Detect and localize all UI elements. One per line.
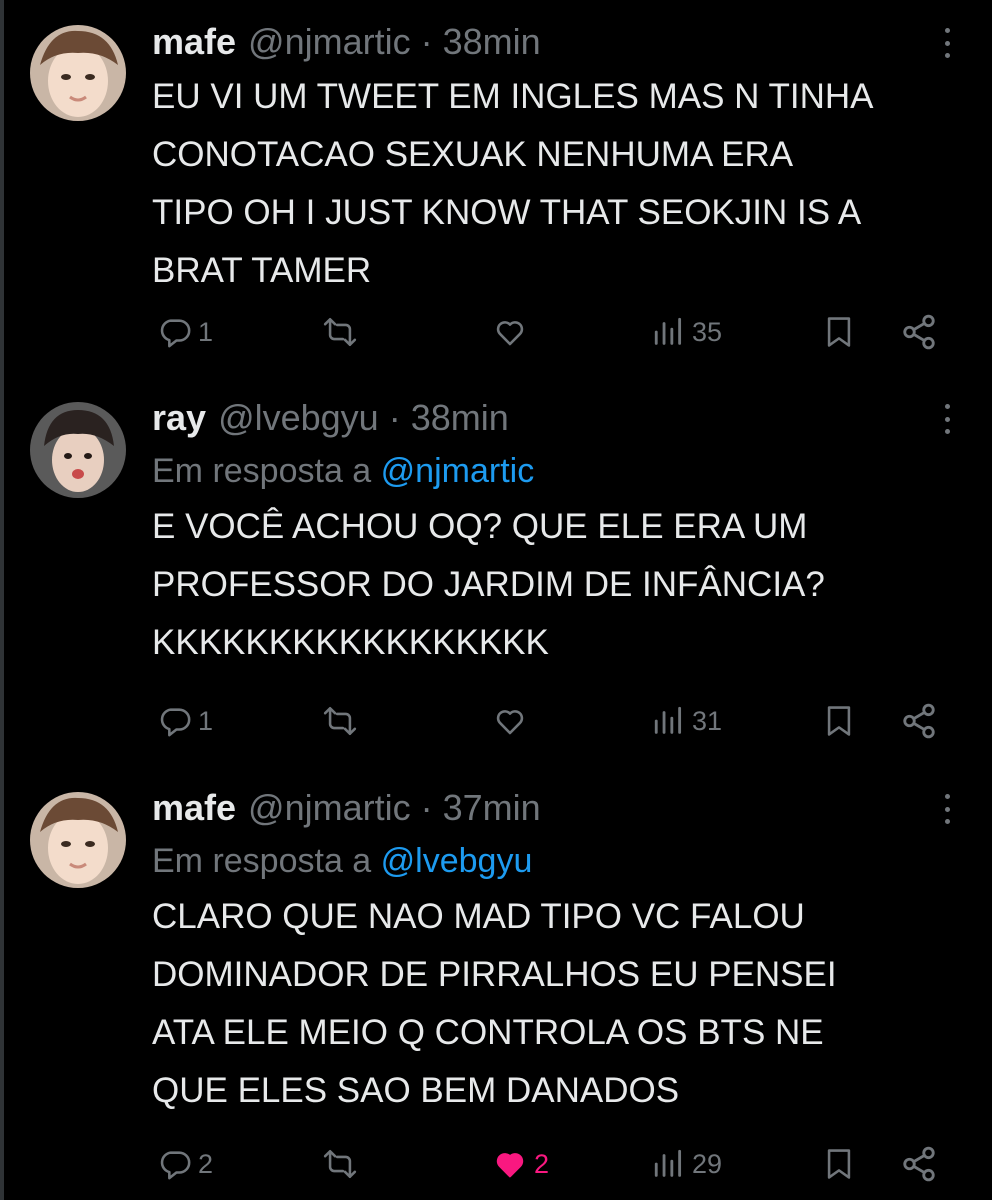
views-icon [654, 706, 682, 734]
tweet-text-line: BRAT TAMER [152, 251, 372, 290]
tweet-text: EU VI UM TWEET EM INGLES MAS N TINHA CON… [152, 68, 962, 300]
display-name[interactable]: mafe [152, 21, 236, 63]
heart-icon [496, 710, 524, 735]
display-name[interactable]: ray [152, 397, 206, 439]
tweet-text-line: KKKKKKKKKKKKKKKKK [152, 623, 549, 662]
heart-icon [496, 1153, 524, 1178]
share-button[interactable] [900, 310, 938, 354]
more-icon[interactable] [932, 28, 962, 58]
share-button[interactable] [900, 1142, 938, 1186]
username-handle[interactable]: @lvebgyu [218, 397, 379, 439]
tweet-text-line: CONOTACAO SEXUAK NENHUMA ERA [152, 135, 794, 174]
views-count: 29 [692, 1148, 723, 1179]
reply-button[interactable]: 1 [158, 699, 213, 743]
avatar[interactable] [30, 792, 126, 888]
share-icon [903, 703, 935, 739]
like-count: 2 [534, 1148, 550, 1179]
views-count: 31 [692, 705, 723, 736]
share-icon [903, 1146, 935, 1182]
bookmark-button[interactable] [822, 1142, 856, 1186]
tweet-text-line: CLARO QUE NAO MAD TIPO VC FALOU [152, 897, 805, 936]
bookmark-icon [827, 317, 851, 347]
action-bar: 1 35 [152, 310, 942, 354]
views-icon [654, 1149, 682, 1177]
like-button[interactable] [492, 699, 534, 743]
username-handle[interactable]: @njmartic [248, 21, 411, 63]
reply-mention-link[interactable]: @njmartic [381, 452, 535, 490]
reply-mention-link[interactable]: @lvebgyu [381, 842, 533, 880]
tweet-text: CLARO QUE NAO MAD TIPO VC FALOU DOMINADO… [152, 888, 962, 1120]
views-button[interactable]: 29 [652, 1142, 722, 1186]
tweet-text-line: E VOCÊ ACHOU OQ? QUE ELE ERA UM [152, 507, 808, 546]
tweet-text-line: EU VI UM TWEET EM INGLES MAS N TINHA [152, 77, 874, 116]
action-bar: 1 31 [152, 699, 942, 743]
share-icon [903, 314, 935, 350]
views-button[interactable]: 31 [652, 699, 722, 743]
bookmark-icon [827, 706, 851, 736]
avatar[interactable] [30, 402, 126, 498]
reply-button[interactable]: 1 [158, 310, 213, 354]
reply-icon [160, 319, 191, 348]
separator-dot: · [420, 21, 433, 62]
retweet-button[interactable] [322, 699, 364, 743]
retweet-icon [323, 317, 357, 347]
avatar[interactable] [30, 25, 126, 121]
bookmark-button[interactable] [822, 699, 856, 743]
bookmark-icon [827, 1149, 851, 1179]
separator-dot: · [420, 787, 433, 828]
reply-icon [160, 1151, 191, 1180]
reply-count: 1 [198, 316, 214, 347]
username-handle[interactable]: @njmartic [248, 787, 411, 829]
action-bar: 2 2 29 [152, 1142, 942, 1186]
bookmark-button[interactable] [822, 310, 856, 354]
separator-dot: · [388, 397, 401, 438]
tweet-text: E VOCÊ ACHOU OQ? QUE ELE ERA UM PROFESSO… [152, 498, 962, 672]
tweet-text-line: PROFESSOR DO JARDIM DE INFÂNCIA? [152, 565, 825, 604]
more-icon[interactable] [932, 794, 962, 824]
tweet-text-line: DOMINADOR DE PIRRALHOS EU PENSEI [152, 955, 837, 994]
share-button[interactable] [900, 699, 938, 743]
reply-count: 1 [198, 705, 214, 736]
reply-context: Em resposta a @lvebgyu [152, 842, 962, 882]
retweet-button[interactable] [322, 310, 364, 354]
reply-context-label: Em resposta a [152, 842, 372, 880]
like-button[interactable]: 2 [492, 1142, 549, 1186]
reply-context: Em resposta a @njmartic [152, 452, 962, 492]
tweet-text-line: ATA ELE MEIO Q CONTROLA OS BTS NE [152, 1013, 824, 1052]
reply-count: 2 [198, 1148, 214, 1179]
retweet-icon [323, 706, 357, 736]
heart-icon [496, 321, 524, 346]
retweet-icon [323, 1149, 357, 1179]
views-icon [654, 317, 682, 345]
tweet-text-line: QUE ELES SAO BEM DANADOS [152, 1071, 680, 1110]
like-button[interactable] [492, 310, 534, 354]
reply-context-label: Em resposta a [152, 452, 372, 490]
thread-line [0, 0, 4, 1200]
reply-icon [160, 708, 191, 737]
timestamp[interactable]: 38min [411, 397, 509, 439]
display-name[interactable]: mafe [152, 787, 236, 829]
tweet-text-line: TIPO OH I JUST KNOW THAT SEOKJIN IS A [152, 193, 862, 232]
more-icon[interactable] [932, 404, 962, 434]
reply-button[interactable]: 2 [158, 1142, 213, 1186]
timestamp[interactable]: 37min [443, 787, 541, 829]
views-count: 35 [692, 316, 723, 347]
retweet-button[interactable] [322, 1142, 364, 1186]
views-button[interactable]: 35 [652, 310, 722, 354]
timestamp[interactable]: 38min [443, 21, 541, 63]
